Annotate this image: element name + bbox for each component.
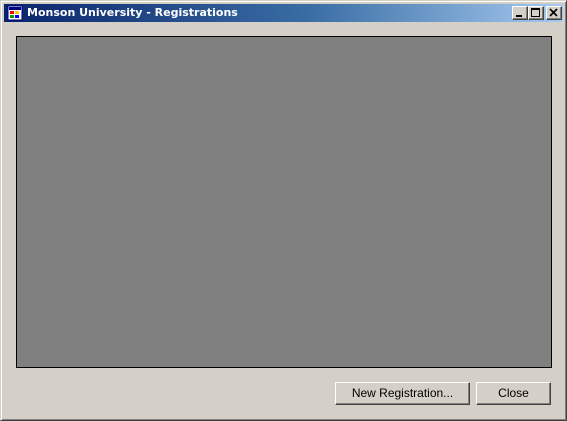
window-title: Monson University - Registrations — [27, 6, 238, 19]
new-registration-button[interactable]: New Registration... — [335, 382, 470, 405]
maximize-icon — [531, 8, 540, 17]
main-window: Monson University - Registrations New Re… — [0, 0, 567, 421]
title-bar[interactable]: Monson University - Registrations — [4, 4, 563, 22]
close-window-button[interactable] — [546, 6, 562, 20]
application-icon[interactable] — [7, 5, 23, 21]
close-button[interactable]: Close — [476, 382, 551, 405]
minimize-button[interactable] — [512, 6, 528, 20]
maximize-button[interactable] — [528, 6, 544, 20]
close-icon — [549, 8, 558, 17]
minimize-icon — [516, 15, 522, 17]
registrations-panel[interactable] — [16, 36, 552, 368]
